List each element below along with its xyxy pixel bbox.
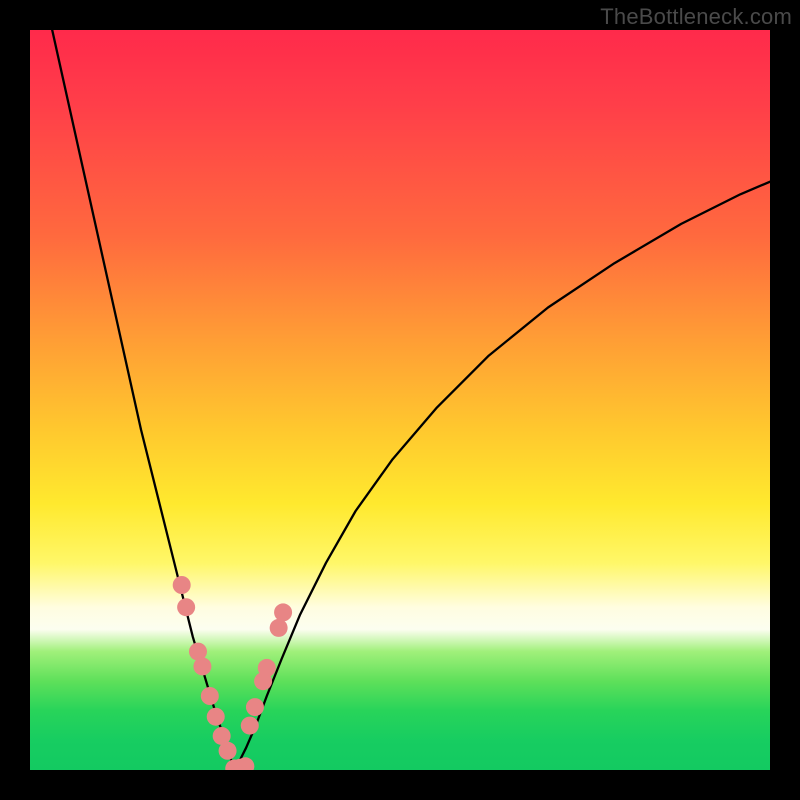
marker-dot	[241, 717, 259, 735]
curve-right-curve	[234, 182, 770, 770]
marker-dot	[246, 698, 264, 716]
marker-dot	[177, 598, 195, 616]
marker-dot	[207, 708, 225, 726]
markers-group	[173, 576, 292, 770]
marker-dot	[201, 687, 219, 705]
marker-dot	[193, 657, 211, 675]
chart-svg	[30, 30, 770, 770]
marker-dot	[270, 619, 288, 637]
marker-dot	[173, 576, 191, 594]
curves-group	[52, 30, 770, 770]
plot-area	[30, 30, 770, 770]
watermark-text: TheBottleneck.com	[600, 4, 792, 30]
chart-frame: TheBottleneck.com	[0, 0, 800, 800]
marker-dot	[219, 742, 237, 760]
marker-dot	[274, 603, 292, 621]
marker-dot	[258, 659, 276, 677]
